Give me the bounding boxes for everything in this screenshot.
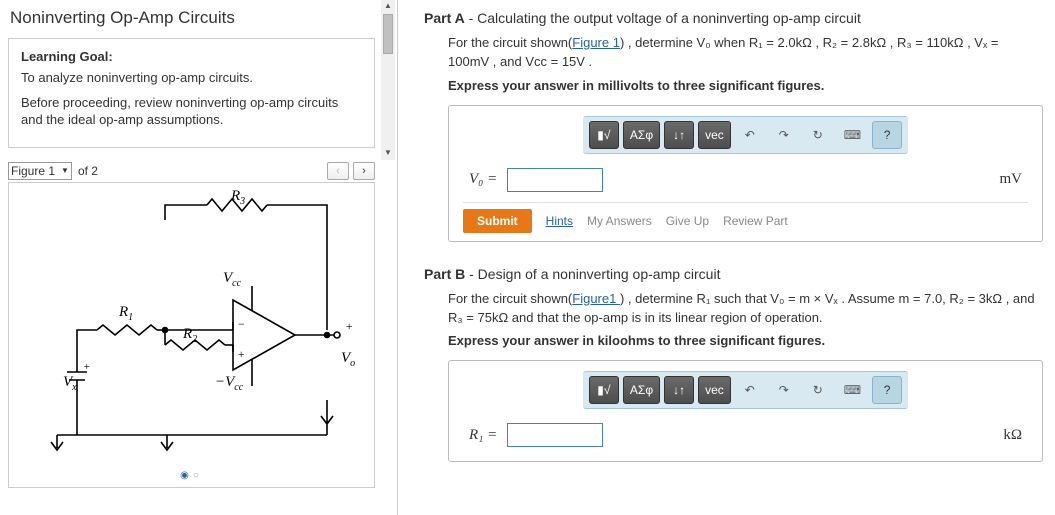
svg-text:Vo: Vo	[341, 350, 355, 369]
learning-goal-text-1: To analyze noninverting op-amp circuits.	[21, 70, 362, 87]
learning-goal-heading: Learning Goal:	[21, 49, 362, 64]
equation-toolbar: ▮√ ΑΣφ ↓↑ vec ↶ ↷ ↻ ⌨ ?	[583, 371, 908, 409]
part-b-heading: Part B - Design of a noninverting op-amp…	[424, 266, 1043, 282]
svg-text:+: +	[83, 361, 90, 373]
help-button[interactable]: ?	[872, 121, 902, 149]
scroll-down-icon[interactable]: ▼	[383, 148, 393, 158]
submit-button[interactable]: Submit	[463, 209, 532, 233]
redo-button[interactable]: ↷	[769, 376, 799, 404]
answer-input[interactable]	[507, 168, 603, 192]
help-button[interactable]: ?	[872, 376, 902, 404]
greek-button[interactable]: ΑΣφ	[623, 376, 660, 404]
part-a-prompt: For the circuit shown(Figure 1) , determ…	[448, 34, 1043, 72]
svg-text:Vx: Vx	[63, 374, 77, 393]
scrollbar[interactable]: ▲ ▼	[381, 0, 395, 160]
greek-button[interactable]: ΑΣφ	[623, 121, 660, 149]
part-b-answer-box: ▮√ ΑΣφ ↓↑ vec ↶ ↷ ↻ ⌨ ? R₁ = kΩ	[448, 360, 1043, 462]
give-up-link[interactable]: Give Up	[666, 214, 709, 228]
scroll-up-icon[interactable]: ▲	[383, 1, 393, 11]
keyboard-button[interactable]: ⌨	[837, 376, 868, 404]
template-button[interactable]: ▮√	[589, 121, 619, 149]
svg-text:−Vcc: −Vcc	[215, 374, 244, 393]
figure-select-label: Figure 1	[11, 164, 55, 178]
subscript-button[interactable]: ↓↑	[664, 121, 694, 149]
learning-goal-text-2: Before proceeding, review noninverting o…	[21, 95, 362, 129]
page-title: Noninverting Op-Amp Circuits	[10, 8, 375, 28]
figure-select[interactable]: Figure 1 ▼	[8, 162, 72, 180]
figure-link[interactable]: Figure1	[572, 291, 620, 306]
scroll-thumb[interactable]	[383, 14, 393, 54]
part-b-instructions: Express your answer in kiloohms to three…	[448, 333, 1043, 348]
svg-text:−: −	[237, 317, 245, 331]
right-pane: Part A - Calculating the output voltage …	[398, 0, 1055, 515]
keyboard-button[interactable]: ⌨	[837, 121, 868, 149]
vector-button[interactable]: vec	[698, 121, 731, 149]
vector-button[interactable]: vec	[698, 376, 731, 404]
svg-text:+: +	[345, 319, 353, 333]
subscript-button[interactable]: ↓↑	[664, 376, 694, 404]
template-button[interactable]: ▮√	[589, 376, 619, 404]
undo-button[interactable]: ↶	[735, 376, 765, 404]
part-a-instructions: Express your answer in millivolts to thr…	[448, 78, 1043, 93]
svg-text:R2: R2	[182, 326, 197, 345]
circuit-diagram: R3 R1 R2 Vcc −Vcc Vx Vo − + + +	[9, 183, 374, 468]
part-a-heading: Part A - Calculating the output voltage …	[424, 10, 1043, 26]
answer-label: V₀ =	[469, 171, 497, 188]
figure-next-button[interactable]: ›	[353, 162, 375, 180]
figure-prev-button[interactable]: ‹	[327, 162, 349, 180]
redo-button[interactable]: ↷	[769, 121, 799, 149]
learning-goal-box: Learning Goal: To analyze noninverting o…	[8, 38, 375, 148]
figure-frame: R3 R1 R2 Vcc −Vcc Vx Vo − + + +	[8, 182, 375, 488]
answer-input[interactable]	[507, 423, 603, 447]
hints-link[interactable]: Hints	[546, 214, 573, 228]
chevron-down-icon: ▼	[61, 166, 69, 175]
undo-button[interactable]: ↶	[735, 121, 765, 149]
reset-button[interactable]: ↻	[803, 121, 833, 149]
my-answers-link[interactable]: My Answers	[587, 214, 652, 228]
equation-toolbar: ▮√ ΑΣφ ↓↑ vec ↶ ↷ ↻ ⌨ ?	[583, 116, 908, 154]
part-a-answer-box: ▮√ ΑΣφ ↓↑ vec ↶ ↷ ↻ ⌨ ? V₀ = mV Submit H…	[448, 105, 1043, 242]
svg-text:Vcc: Vcc	[223, 270, 242, 289]
answer-unit: mV	[1000, 171, 1023, 188]
left-pane: ▲ ▼ Noninverting Op-Amp Circuits Learnin…	[0, 0, 398, 515]
reset-button[interactable]: ↻	[803, 376, 833, 404]
answer-label: R₁ =	[469, 427, 497, 444]
svg-text:R3: R3	[230, 190, 245, 207]
figure-pager-dots[interactable]: ◉○	[9, 468, 374, 487]
review-part-link[interactable]: Review Part	[723, 214, 788, 228]
figure-bar: Figure 1 ▼ of 2 ‹ ›	[8, 162, 375, 180]
svg-text:+: +	[237, 347, 245, 361]
answer-unit: kΩ	[1003, 427, 1022, 444]
figure-link[interactable]: Figure 1	[572, 35, 620, 50]
figure-count-label: of 2	[78, 164, 98, 178]
svg-text:R1: R1	[118, 304, 133, 323]
part-b-prompt: For the circuit shown(Figure1 ) , determ…	[448, 290, 1043, 328]
